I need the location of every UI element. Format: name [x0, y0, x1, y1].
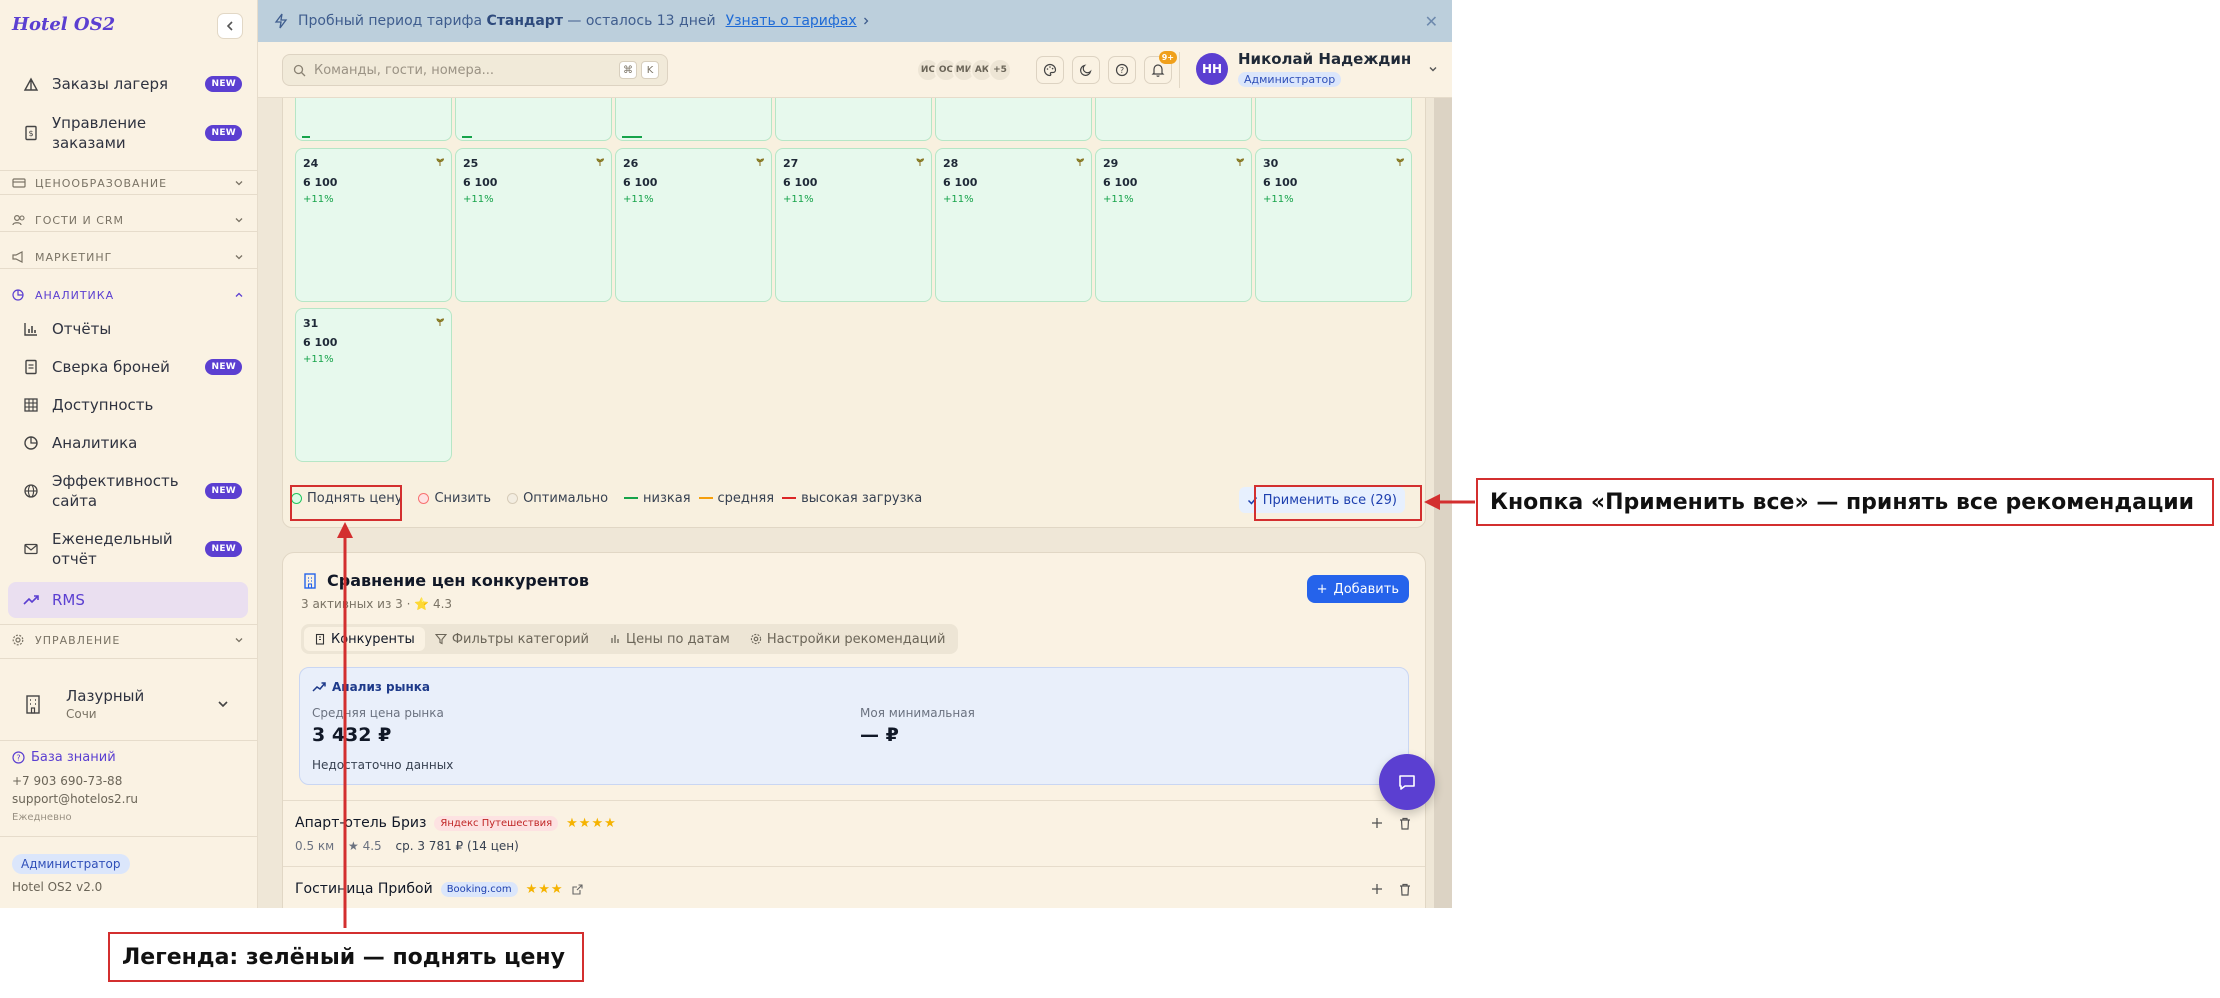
annotation-legend: Легенда: зелёный — поднять цену [108, 932, 584, 982]
annotation-apply-all: Кнопка «Применить все» — принять все рек… [1476, 478, 2214, 526]
